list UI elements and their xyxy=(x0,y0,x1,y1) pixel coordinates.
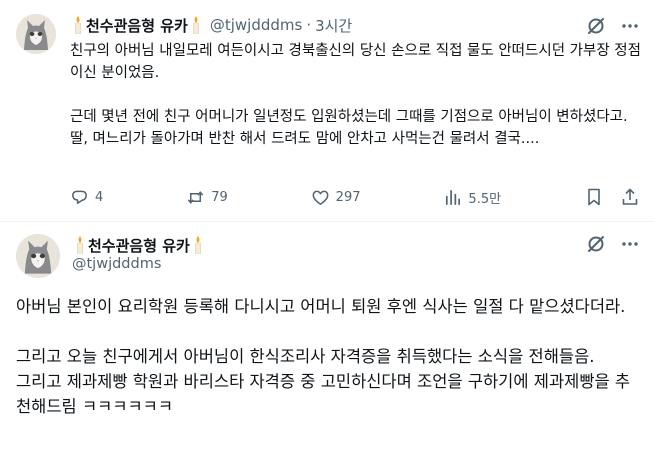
views-button[interactable]: 5.5만 xyxy=(443,188,501,207)
tweet-1-secondary-actions xyxy=(584,187,640,207)
timestamp[interactable]: 3시간 xyxy=(315,15,352,36)
more-icon[interactable] xyxy=(620,16,640,36)
views-count: 5.5만 xyxy=(468,191,502,207)
tweet-paragraph: 그리고 제과제빵 학원과 바리스타 자격증 중 고민하신다며 조언을 구하기에 … xyxy=(16,372,631,416)
more-icon[interactable] xyxy=(620,234,640,254)
reply-count: 4 xyxy=(95,189,104,205)
tweet-2[interactable]: 천수관음형 유카 @tjwjdddms 아버님 본인이 요리학원 등록해 다니시… xyxy=(0,222,654,476)
tweet-1-header: 천수관음형 유카 @tjwjdddms · 3시간 xyxy=(70,14,352,36)
candle-emoji-icon xyxy=(73,16,83,34)
user-handle[interactable]: @tjwjdddms xyxy=(72,256,161,272)
tweet-paragraph: 근데 몇년 전에 친구 어머니가 일년정도 입원하셨는데 그때를 기점으로 아버… xyxy=(70,109,628,125)
candle-emoji-icon xyxy=(75,236,85,254)
tweet-2-text: 아버님 본인이 요리학원 등록해 다니시고 어머니 퇴원 후엔 식사는 일절 다… xyxy=(16,294,644,419)
tweet-1[interactable]: 천수관음형 유카 @tjwjdddms · 3시간 친구의 아버님 내일모레 여… xyxy=(0,0,654,222)
repost-icon xyxy=(187,190,204,204)
cat-avatar-icon[interactable] xyxy=(16,234,60,278)
candle-emoji-icon xyxy=(191,16,201,34)
user-handle[interactable]: @tjwjdddms xyxy=(210,16,302,34)
tweet-1-top-actions xyxy=(586,16,640,36)
display-name[interactable]: 천수관음형 유카 xyxy=(86,15,188,36)
views-icon xyxy=(446,189,461,205)
tweet-2-top-actions xyxy=(586,234,640,254)
reply-button[interactable]: 4 xyxy=(70,188,103,207)
share-icon[interactable] xyxy=(620,187,640,207)
candle-emoji-icon xyxy=(193,236,203,254)
reply-icon xyxy=(72,190,87,204)
like-button[interactable]: 297 xyxy=(311,188,361,207)
repost-count: 79 xyxy=(211,189,228,205)
grok-icon[interactable] xyxy=(586,16,606,36)
tweet-paragraph: 친구의 아버님 내일모레 여든이시고 경북출신의 당신 손으로 직접 물도 안떠… xyxy=(70,43,641,81)
tweet-2-name-row: 천수관음형 유카 xyxy=(72,234,206,256)
tweet-1-text: 친구의 아버님 내일모레 여든이시고 경북출신의 당신 손으로 직접 물도 안떠… xyxy=(70,40,644,150)
cat-avatar-icon[interactable] xyxy=(16,14,56,54)
tweet-1-action-bar: 4 79 297 5.5만 xyxy=(70,186,640,208)
tweet-paragraph: 그리고 오늘 친구에게서 아버님이 한식조리사 자격증을 취득했다는 소식을 전… xyxy=(16,347,595,366)
bookmark-icon[interactable] xyxy=(584,187,604,207)
grok-icon[interactable] xyxy=(586,234,606,254)
heart-icon xyxy=(312,190,329,205)
like-count: 297 xyxy=(335,189,361,205)
separator-dot: · xyxy=(306,16,312,34)
display-name[interactable]: 천수관음형 유카 xyxy=(88,235,190,256)
tweet-paragraph: 아버님 본인이 요리학원 등록해 다니시고 어머니 퇴원 후엔 식사는 일절 다… xyxy=(16,297,626,316)
repost-button[interactable]: 79 xyxy=(186,188,228,207)
tweet-paragraph: 딸, 며느리가 돌아가며 반찬 해서 드려도 맘에 안차고 사먹는건 물려서 결… xyxy=(70,131,540,147)
